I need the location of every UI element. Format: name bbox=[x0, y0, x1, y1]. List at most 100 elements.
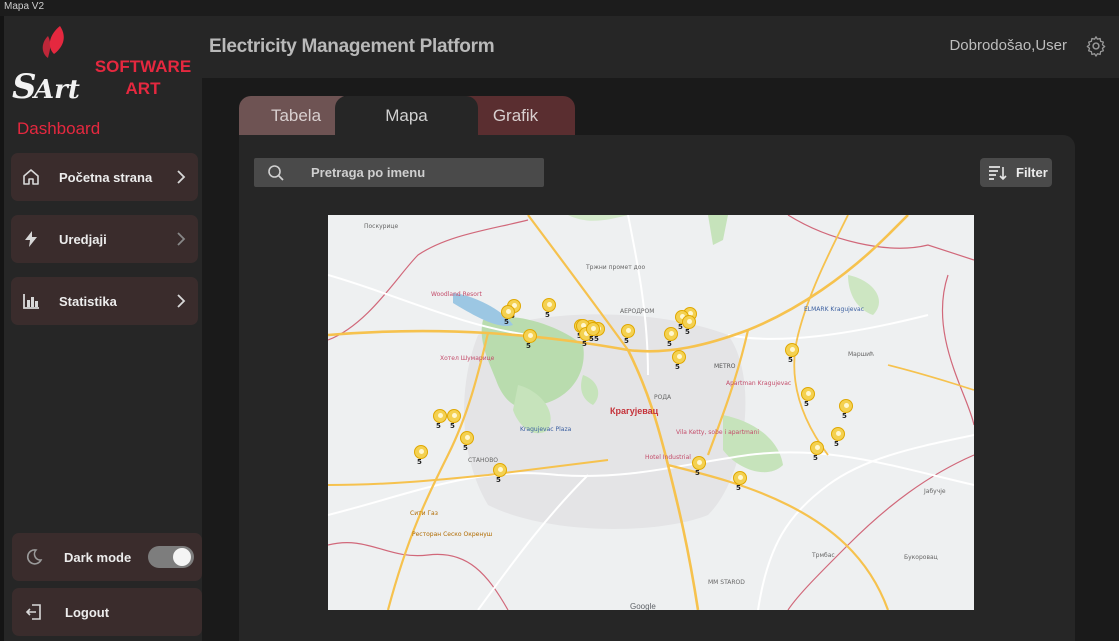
marker-label: 5 bbox=[526, 342, 531, 350]
map-marker[interactable]: 5 bbox=[732, 471, 748, 493]
marker-pin-icon bbox=[621, 324, 635, 338]
svg-text:Art: Art bbox=[31, 75, 80, 105]
tab-mapa[interactable]: Mapa bbox=[335, 96, 478, 136]
marker-label: 5 bbox=[496, 476, 501, 484]
dark-mode-label: Dark mode bbox=[64, 549, 132, 565]
map-marker[interactable]: 5 bbox=[784, 343, 800, 365]
map-label: Сити Газ bbox=[410, 510, 438, 517]
bar-chart-icon bbox=[11, 291, 51, 311]
map-marker[interactable]: 5 bbox=[541, 298, 557, 320]
map-marker[interactable]: 5 bbox=[492, 463, 508, 485]
dark-mode-row: Dark mode bbox=[12, 533, 202, 581]
sidebar-item-uredjaji[interactable]: Uredjaji bbox=[11, 215, 198, 263]
marker-label: 5 bbox=[504, 318, 509, 326]
chevron-right-icon bbox=[164, 293, 198, 309]
marker-pin-icon bbox=[586, 322, 600, 336]
marker-pin-icon bbox=[672, 350, 686, 364]
marker-label: 5 bbox=[545, 311, 550, 319]
marker-label: 5 bbox=[685, 328, 690, 336]
map-label: Woodland Resort bbox=[431, 291, 482, 298]
map-marker[interactable]: 5 bbox=[500, 305, 516, 327]
marker-pin-icon bbox=[460, 431, 474, 445]
map-marker[interactable]: 5 bbox=[671, 350, 687, 372]
search-icon bbox=[254, 164, 298, 182]
map-label: METRO bbox=[714, 363, 736, 370]
map-marker[interactable]: 5 bbox=[800, 387, 816, 409]
marker-label: 5 bbox=[813, 454, 818, 462]
map-marker[interactable]: 5 bbox=[522, 329, 538, 351]
marker-label: 5 bbox=[417, 458, 422, 466]
map-label: Kragujevac Plaza bbox=[520, 426, 572, 433]
map-label: РОДА bbox=[654, 394, 672, 401]
home-icon bbox=[11, 167, 51, 187]
marker-label: 5 bbox=[736, 484, 741, 492]
map-label: Маршић bbox=[848, 351, 874, 358]
logout-icon bbox=[12, 602, 56, 622]
map-marker[interactable]: 5 bbox=[413, 445, 429, 467]
marker-label: 5 bbox=[788, 356, 793, 364]
lightning-icon bbox=[11, 229, 51, 249]
map-marker[interactable]: 5 bbox=[830, 427, 846, 449]
map-marker[interactable]: 5 bbox=[620, 324, 636, 346]
map-marker[interactable]: 5 bbox=[809, 441, 825, 463]
map-marker[interactable]: 5 bbox=[681, 315, 697, 337]
map-label: Тржни промет доо bbox=[586, 264, 646, 271]
map-marker[interactable]: 5 bbox=[691, 456, 707, 478]
logout-label: Logout bbox=[65, 604, 110, 620]
filter-button[interactable]: Filter bbox=[980, 158, 1052, 187]
search-input[interactable] bbox=[298, 165, 544, 180]
sidebar-item-pocetna[interactable]: Početna strana bbox=[11, 153, 198, 201]
map-label: Hotel Industrial bbox=[645, 454, 691, 461]
map-marker[interactable]: 5 bbox=[585, 322, 601, 344]
map-label: Поскурице bbox=[364, 223, 399, 230]
map-label: Трмбас bbox=[812, 552, 835, 559]
marker-label: 5 bbox=[842, 412, 847, 420]
marker-pin-icon bbox=[501, 305, 515, 319]
map-label: Vila Ketty, sobe i apartmani bbox=[676, 429, 760, 436]
marker-pin-icon bbox=[801, 387, 815, 401]
marker-pin-icon bbox=[447, 409, 461, 423]
sidebar-item-statistika[interactable]: Statistika bbox=[11, 277, 198, 325]
marker-pin-icon bbox=[839, 399, 853, 413]
map-label: Букоровац bbox=[904, 554, 938, 561]
gear-icon[interactable] bbox=[1085, 35, 1107, 57]
map-marker[interactable]: 5 bbox=[838, 399, 854, 421]
marker-label: 5 bbox=[667, 340, 672, 348]
brand-logo: S Art SOFTWARE ART bbox=[10, 24, 196, 116]
marker-pin-icon bbox=[733, 471, 747, 485]
sidebar-item-label: Početna strana bbox=[59, 169, 153, 185]
marker-label: 5 bbox=[834, 440, 839, 448]
marker-label: 5 bbox=[589, 335, 594, 343]
moon-icon bbox=[12, 547, 56, 567]
marker-label: 5 bbox=[624, 337, 629, 345]
app-title: Electricity Management Platform bbox=[209, 36, 495, 57]
google-attribution: Google bbox=[630, 602, 656, 610]
map-label: АЕРОДРОМ bbox=[620, 308, 655, 315]
sidebar: S Art SOFTWARE ART Dashboard Početna str… bbox=[4, 16, 202, 641]
dark-mode-toggle[interactable] bbox=[148, 546, 194, 568]
map-label: Хотел Шумарице bbox=[440, 355, 495, 362]
marker-label: 5 bbox=[675, 363, 680, 371]
chevron-right-icon bbox=[164, 231, 198, 247]
filter-label: Filter bbox=[1016, 165, 1048, 180]
logo-mark-icon: S Art bbox=[12, 26, 80, 107]
marker-pin-icon bbox=[810, 441, 824, 455]
logout-button[interactable]: Logout bbox=[12, 588, 202, 636]
marker-label: 5 bbox=[804, 400, 809, 408]
window-title: Mapa V2 bbox=[0, 0, 1119, 16]
map-marker[interactable]: 5 bbox=[459, 431, 475, 453]
toggle-knob bbox=[173, 548, 191, 566]
sidebar-item-label: Statistika bbox=[59, 293, 117, 309]
marker-pin-icon bbox=[414, 445, 428, 459]
marker-label: 5 bbox=[695, 469, 700, 477]
map-marker[interactable]: 5 bbox=[446, 409, 462, 431]
brand-name-line1: SOFTWARE bbox=[94, 57, 192, 76]
marker-pin-icon bbox=[692, 456, 706, 470]
map-label: Apartman Kragujevac bbox=[726, 380, 792, 387]
sidebar-item-label: Uredjaji bbox=[59, 231, 107, 247]
chevron-right-icon bbox=[164, 169, 198, 185]
marker-pin-icon bbox=[682, 315, 696, 329]
search-box[interactable] bbox=[254, 158, 544, 187]
map-view[interactable]: Поскурице Woodland Resort Тржни промет д… bbox=[328, 215, 974, 610]
dashboard-heading: Dashboard bbox=[17, 119, 101, 138]
